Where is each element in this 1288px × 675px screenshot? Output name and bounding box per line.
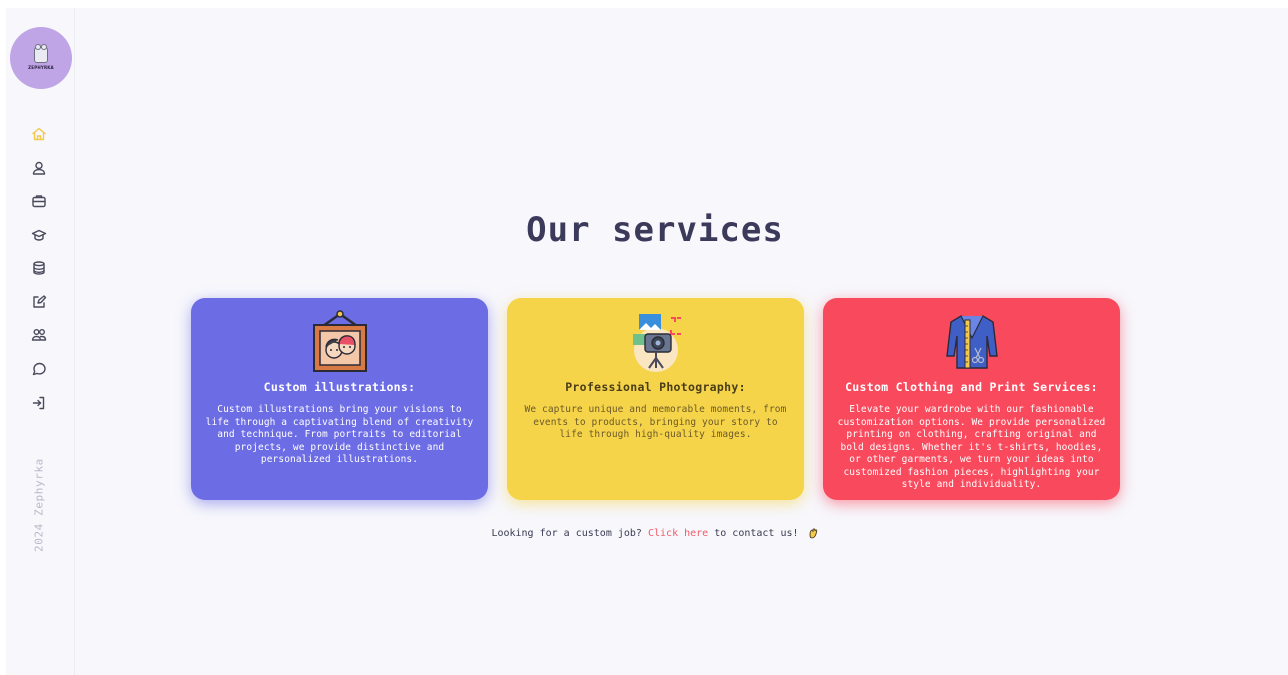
service-card-clothing: Custom Clothing and Print Services: Elev… — [823, 298, 1120, 500]
brand-name: ZEPHYRKA — [28, 64, 54, 70]
briefcase-icon[interactable] — [30, 192, 48, 210]
service-card-illustrations: Custom illustrations: Custom illustratio… — [191, 298, 488, 500]
chat-icon[interactable] — [30, 360, 48, 378]
contact-prefix: Looking for a custom job? — [491, 528, 642, 539]
contact-link[interactable]: Click here — [648, 528, 708, 539]
user-icon[interactable] — [30, 159, 48, 177]
framed-portrait-icon — [312, 310, 367, 372]
sign-in-icon[interactable] — [30, 394, 48, 412]
home-icon[interactable] — [30, 125, 48, 143]
card-description: Custom illustrations bring your visions … — [205, 404, 474, 465]
camera-icon — [632, 314, 681, 372]
contact-suffix: to contact us! — [714, 528, 799, 539]
edit-icon[interactable] — [30, 293, 48, 311]
waving-hand-icon — [809, 528, 817, 539]
users-icon[interactable] — [30, 326, 48, 344]
avatar[interactable]: ZEPHYRKA — [10, 27, 72, 89]
contact-line: Looking for a custom job? Click here to … — [0, 527, 1288, 539]
page-title: Our services — [526, 210, 784, 250]
sidebar: ZEPHYRKA 2024 Zephyrka — [6, 8, 75, 675]
jacket-icon — [945, 315, 998, 369]
card-description: We capture unique and memorable moments,… — [524, 404, 787, 440]
database-icon[interactable] — [30, 259, 48, 277]
bear-logo-icon — [34, 43, 48, 63]
card-title: Custom Clothing and Print Services: — [845, 380, 1098, 394]
card-description: Elevate your wardrobe with our fashionab… — [837, 404, 1106, 490]
service-card-photography: Professional Photography: We capture uni… — [507, 298, 804, 500]
card-title: Professional Photography: — [565, 380, 746, 394]
card-title: Custom illustrations: — [263, 380, 416, 394]
